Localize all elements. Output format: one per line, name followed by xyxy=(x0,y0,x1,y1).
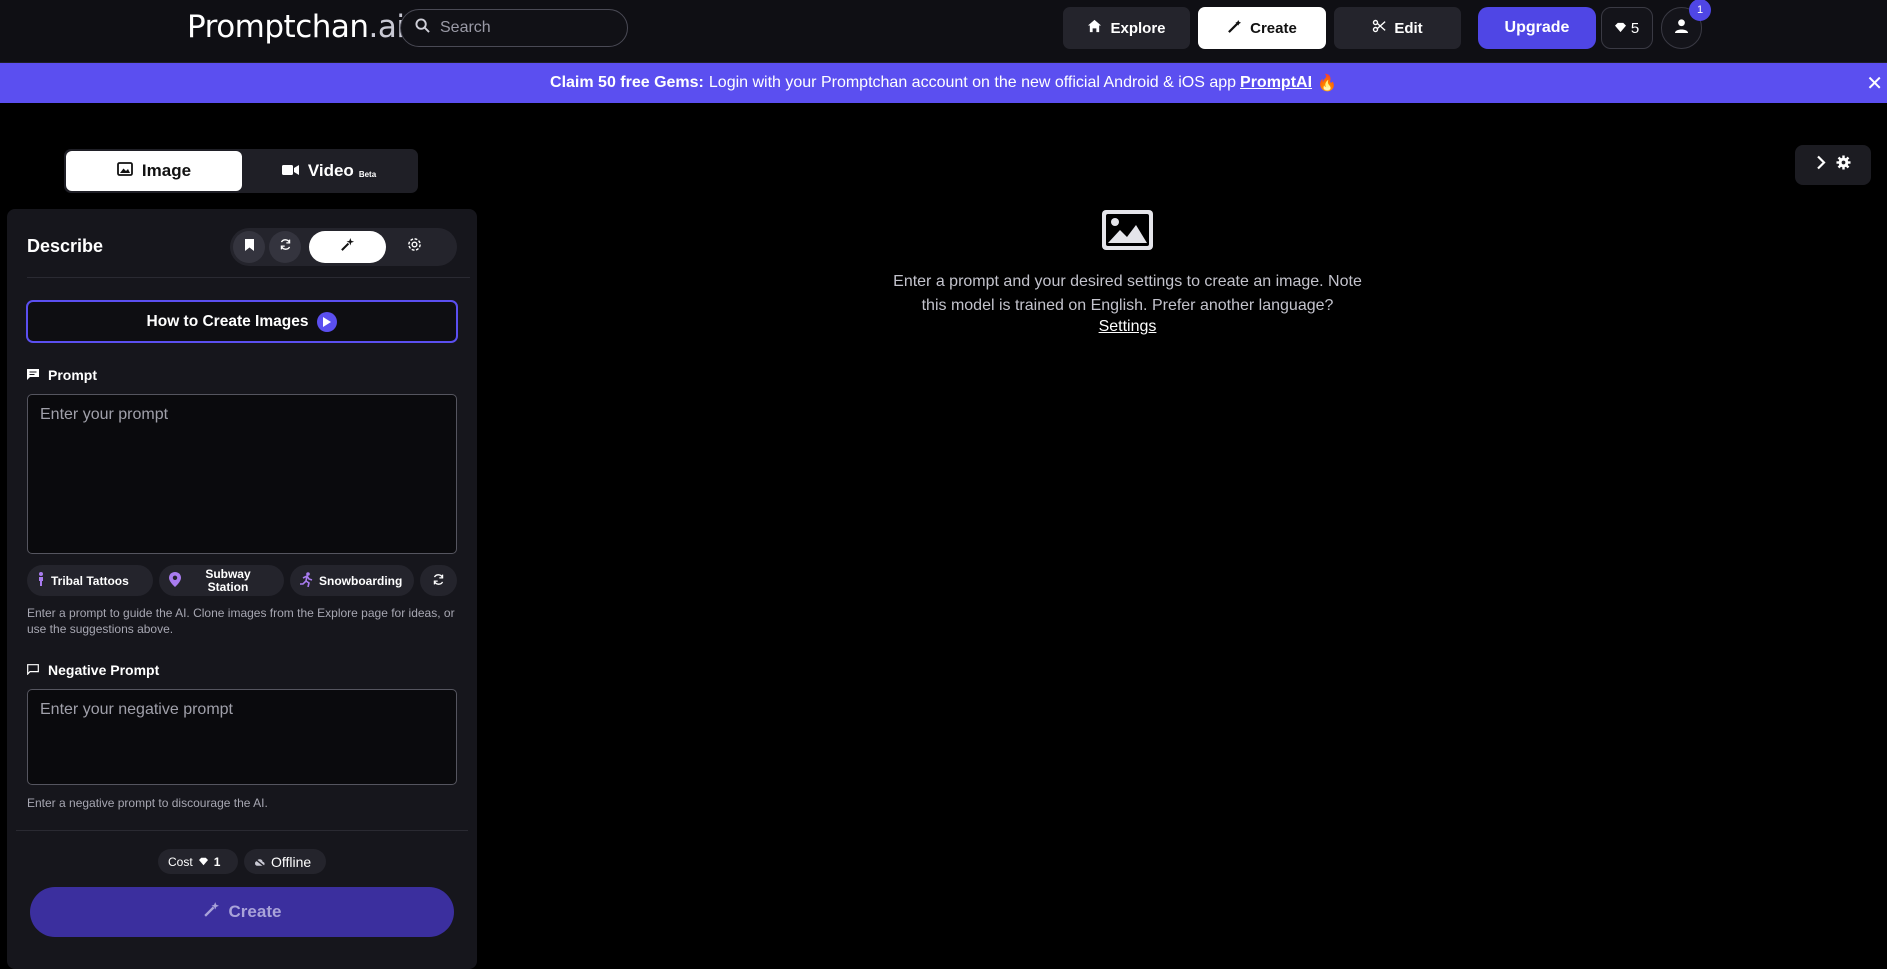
cloud-off-icon xyxy=(254,854,265,870)
person-icon xyxy=(37,572,45,589)
suggestion-chip-snowboarding[interactable]: Snowboarding xyxy=(290,565,414,596)
edit-button[interactable]: Edit xyxy=(1334,7,1461,49)
gems-counter[interactable]: 5 xyxy=(1601,7,1653,49)
top-navbar: Promptchan.ai Explore Create Edit Upgrad… xyxy=(0,0,1887,63)
search-box[interactable] xyxy=(400,9,628,47)
message-icon xyxy=(27,367,39,383)
sparkle-icon xyxy=(340,237,355,257)
video-icon xyxy=(281,161,299,181)
status-text: Offline xyxy=(271,853,312,870)
negative-prompt-hint: Enter a negative prompt to discourage th… xyxy=(27,796,268,810)
banner-text: Login with your Promptchan account on th… xyxy=(708,74,1237,91)
home-icon xyxy=(1087,19,1102,37)
picture-placeholder-icon xyxy=(1102,210,1153,255)
tab-image-label: Image xyxy=(141,161,192,180)
search-icon xyxy=(415,18,430,38)
create-button[interactable]: Create xyxy=(30,887,454,937)
gems-count: 5 xyxy=(1630,19,1640,37)
divider xyxy=(27,277,470,278)
chevron-right-icon[interactable] xyxy=(1816,155,1826,175)
bookmark-button[interactable] xyxy=(233,231,265,263)
gem-icon xyxy=(1614,20,1626,37)
suggestion-chip-tribal-tattoos[interactable]: Tribal Tattoos xyxy=(27,565,153,596)
logo[interactable]: Promptchan.ai xyxy=(187,9,405,45)
close-icon[interactable]: ✕ xyxy=(1866,71,1883,96)
explore-button[interactable]: Explore xyxy=(1063,7,1190,49)
prompt-hint: Enter a prompt to guide the AI. Clone im… xyxy=(27,606,455,636)
create-button-label: Create xyxy=(228,902,282,921)
negative-prompt-label: Negative Prompt xyxy=(27,662,159,678)
refresh-icon xyxy=(279,238,292,256)
status-badge: Offline xyxy=(244,849,326,874)
reset-button[interactable] xyxy=(269,231,301,263)
notification-badge: 1 xyxy=(1689,0,1711,21)
divider xyxy=(16,830,468,831)
how-to-create-button[interactable]: How to Create Images xyxy=(26,300,458,343)
tab-image[interactable]: Image xyxy=(66,151,242,191)
cost-indicator: Cost 1 xyxy=(158,849,238,874)
scissors-icon xyxy=(1372,19,1386,37)
wand-icon xyxy=(1227,19,1242,38)
advanced-settings-button[interactable] xyxy=(398,231,430,263)
gem-icon xyxy=(198,855,208,869)
runner-icon xyxy=(300,571,313,590)
refresh-icon xyxy=(432,573,445,589)
suggestion-label: Snowboarding xyxy=(319,573,403,588)
create-nav-button[interactable]: Create xyxy=(1198,7,1326,49)
suggestion-chip-subway-station[interactable]: Subway Station xyxy=(159,565,284,596)
suggestion-label: Tribal Tattoos xyxy=(51,573,129,588)
create-nav-label: Create xyxy=(1250,19,1297,37)
wand-icon xyxy=(203,901,220,923)
logo-main-text: Promptchan xyxy=(187,9,369,45)
negative-label-text: Negative Prompt xyxy=(48,662,160,678)
bookmark-icon xyxy=(244,238,255,257)
suggestion-label: Subway Station xyxy=(205,566,251,594)
promo-banner: Claim 50 free Gems: Login with your Prom… xyxy=(0,63,1887,103)
beta-badge: Beta xyxy=(358,169,377,179)
pin-icon xyxy=(169,571,181,590)
gallery-controls xyxy=(1795,145,1871,185)
refresh-suggestions-button[interactable] xyxy=(420,565,457,596)
magic-mode-button[interactable] xyxy=(309,231,386,263)
tab-video[interactable]: Video Beta xyxy=(242,151,416,191)
how-to-label: How to Create Images xyxy=(146,312,309,330)
search-input[interactable] xyxy=(440,19,610,37)
cost-label: Cost xyxy=(168,854,193,869)
gear-icon[interactable] xyxy=(1835,155,1851,175)
message-icon xyxy=(27,662,39,678)
settings-link[interactable]: Settings xyxy=(1000,318,1255,336)
banner-bold-text: Claim 50 free Gems: xyxy=(550,74,704,91)
mode-tabs: Image Video Beta xyxy=(64,149,418,193)
gear-icon xyxy=(407,237,422,257)
panel-title: Describe xyxy=(27,236,104,256)
image-icon xyxy=(117,161,133,181)
empty-state-text: Enter a prompt and your desired settings… xyxy=(893,273,1362,314)
explore-label: Explore xyxy=(1110,19,1166,37)
upgrade-button[interactable]: Upgrade xyxy=(1478,7,1596,49)
play-icon xyxy=(317,311,338,332)
prompt-label: Prompt xyxy=(27,367,97,383)
negative-prompt-input[interactable] xyxy=(27,689,457,785)
fire-icon: 🔥 xyxy=(1317,75,1337,92)
user-icon xyxy=(1674,18,1689,39)
panel-toolbar xyxy=(230,228,457,266)
cost-value: 1 xyxy=(213,854,221,869)
prompt-input[interactable] xyxy=(27,394,457,554)
edit-label: Edit xyxy=(1394,19,1423,37)
tab-video-label: Video xyxy=(307,161,354,180)
prompt-label-text: Prompt xyxy=(48,367,97,383)
banner-app-link[interactable]: PromptAI xyxy=(1240,74,1312,92)
